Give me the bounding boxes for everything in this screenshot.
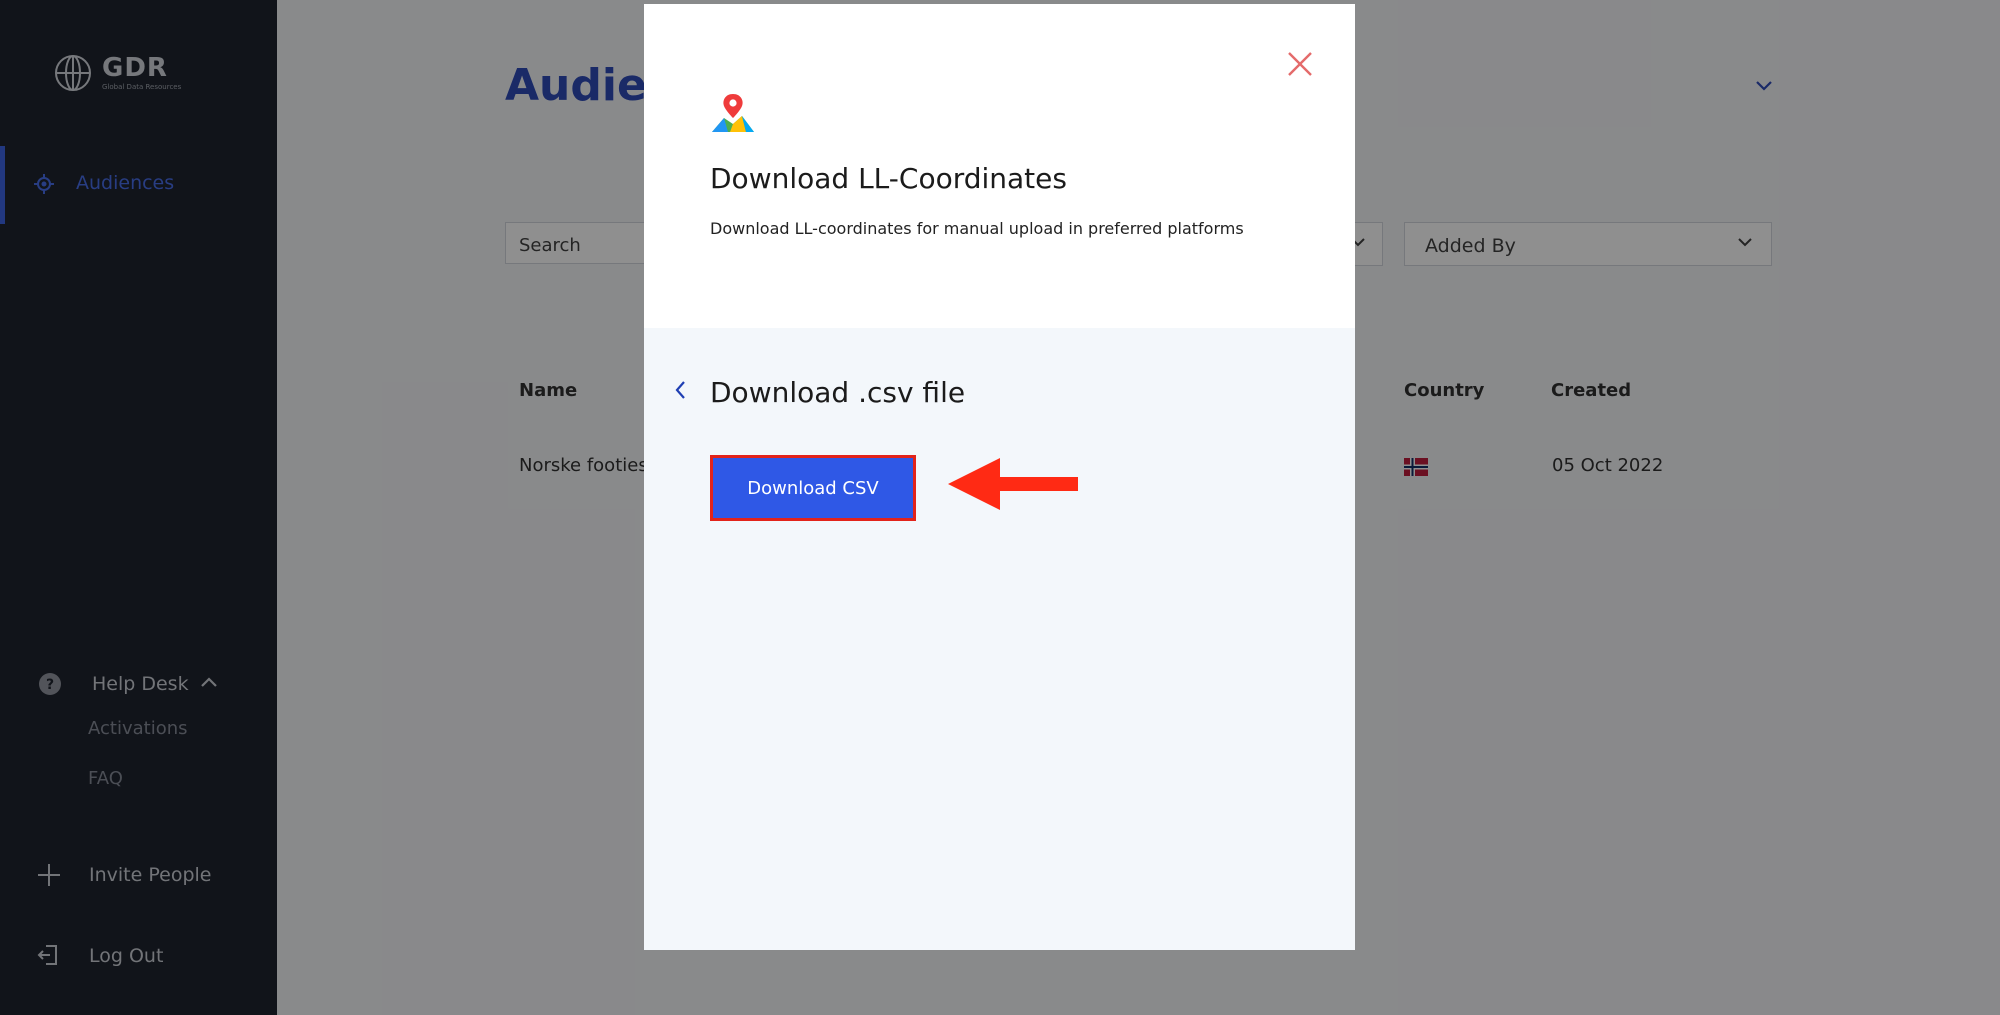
modal-title: Download LL-Coordinates	[710, 162, 1067, 195]
download-csv-button[interactable]: Download CSV	[710, 455, 916, 521]
modal-description: Download LL-coordinates for manual uploa…	[710, 219, 1244, 238]
arrow-left-icon	[948, 458, 1078, 510]
modal-header: Download LL-Coordinates Download LL-coor…	[644, 4, 1355, 328]
chevron-left-icon[interactable]	[669, 378, 693, 402]
close-icon[interactable]	[1284, 48, 1316, 80]
map-pin-icon	[712, 94, 754, 132]
section-title: Download .csv file	[710, 376, 966, 409]
modal-body: Download .csv file Download CSV	[644, 328, 1355, 950]
app: GDR Global Data Resources Audiences ? He…	[0, 0, 2000, 1015]
